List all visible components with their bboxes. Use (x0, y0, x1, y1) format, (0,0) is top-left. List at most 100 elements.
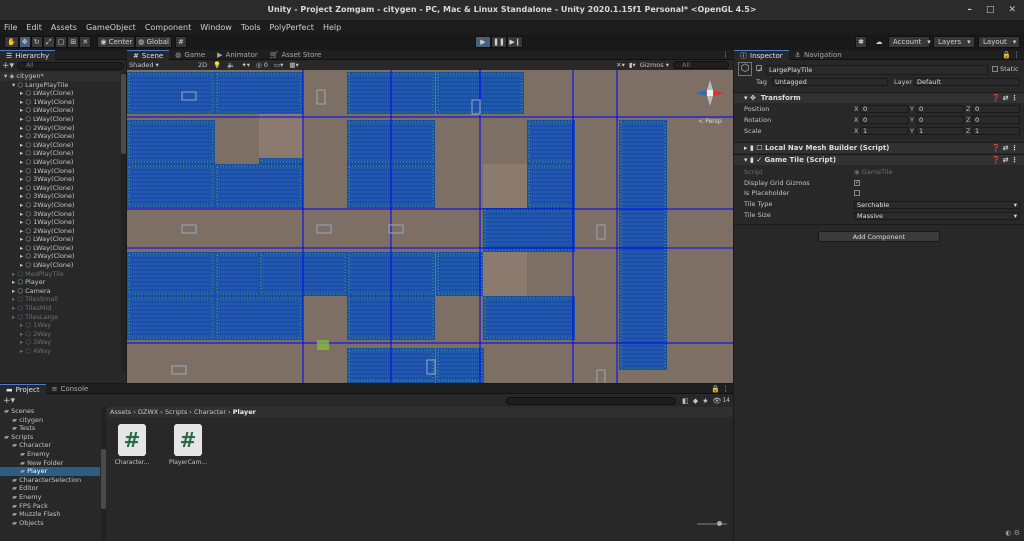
filter-type-icon[interactable]: ◧ (682, 397, 689, 405)
script-file[interactable]: # Character... (112, 424, 152, 466)
camera-icon[interactable]: ▭▾ (274, 61, 283, 69)
notification-icon[interactable]: ◐ ⚙ (1005, 529, 1020, 537)
minimize-icon[interactable]: – (967, 0, 972, 20)
audio-icon[interactable]: 🔈 (227, 61, 235, 69)
hierarchy-item[interactable]: ▸ ⬡ Camera (0, 287, 120, 296)
collab-icon[interactable]: ✱ (855, 36, 867, 48)
hierarchy-item[interactable]: ▸ ⬡ LWay(Clone) (0, 244, 120, 253)
step-button[interactable]: ▶❙ (507, 36, 523, 48)
tab-inspector[interactable]: ⓘ Inspector (734, 50, 789, 60)
custom-tool-icon[interactable]: ✕ (79, 36, 92, 48)
hierarchy-item[interactable]: ▸ ⬡ LWay(Clone) (0, 261, 120, 270)
transform-header[interactable]: ▾ ✥ Transform ❓ ⇄ ⋮ (734, 92, 1024, 103)
orientation-gizmo-icon[interactable] (692, 76, 728, 116)
hierarchy-item[interactable]: ▸ ⬡ 1Way (0, 321, 120, 330)
project-tree-item[interactable]: ▰ CharacterSelection (0, 476, 100, 485)
lock-icon[interactable]: 🔒 ⋮ (1002, 50, 1024, 59)
project-tree-item[interactable]: ▰ FPS Pack (0, 502, 100, 511)
breadcrumb-item[interactable]: Player (233, 408, 256, 416)
visibility-icon[interactable]: 👁‍ (712, 397, 721, 405)
project-tree-item[interactable]: ▰ Muzzle Flash (0, 510, 100, 519)
breadcrumb-item[interactable]: Scripts (165, 408, 187, 416)
hierarchy-item[interactable]: ▸ ⬡ LWay(Clone) (0, 158, 120, 167)
project-tree-item[interactable]: ▰ Tests (0, 424, 100, 433)
navmesh-header[interactable]: ▸ ▮ ☐ Local Nav Mesh Builder (Script) ❓ ⇄… (734, 142, 1024, 153)
tools-icon[interactable]: ✕▾ (616, 61, 625, 69)
transform-y-field[interactable]: 1 (916, 127, 964, 135)
scene-root[interactable]: ▾ ◈ citygen* (0, 72, 120, 81)
project-tree-item[interactable]: ▰ Enemy (0, 450, 100, 459)
hand-tool-icon[interactable]: ✋ (4, 36, 19, 48)
hierarchy-item[interactable]: ▸ ⬡ TilesLarge (0, 313, 120, 322)
hierarchy-item[interactable]: ▸ ⬡ LWay(Clone) (0, 106, 120, 115)
maximize-icon[interactable]: □ (986, 0, 995, 20)
tab-animator[interactable]: ▶ Animator (211, 50, 264, 60)
menu-edit[interactable]: Edit (26, 23, 42, 32)
project-tree-item[interactable]: ▰ Scripts (0, 433, 100, 442)
hierarchy-item[interactable]: ▸ ⬡ 2Way(Clone) (0, 132, 120, 141)
move-tool-icon[interactable]: ✥ (18, 36, 31, 48)
display-grid-checkbox[interactable]: ✓ (854, 180, 860, 186)
grid-snap-icon[interactable]: # (174, 36, 187, 48)
component-menu-icon[interactable]: ❓ ⇄ ⋮ (992, 155, 1018, 166)
star-icon[interactable]: ★ (702, 397, 708, 405)
static-toggle[interactable]: Static (992, 65, 1019, 73)
persp-label[interactable]: < Persp (692, 118, 728, 125)
tab-project[interactable]: ▬ Project (0, 384, 46, 394)
project-tree-item[interactable]: ▰ Player (0, 467, 100, 476)
is-placeholder-checkbox[interactable] (854, 190, 860, 196)
hierarchy-item[interactable]: ▾ ⬡ LargePlayTile (0, 81, 120, 90)
menu-file[interactable]: File (4, 23, 17, 32)
object-name-field[interactable]: LargePlayTile (766, 65, 988, 75)
breadcrumb-item[interactable]: DZWX (138, 408, 158, 416)
hierarchy-item[interactable]: ▸ ⬡ 3Way(Clone) (0, 175, 120, 184)
tab-scene[interactable]: # Scene (127, 50, 170, 60)
transform-x-field[interactable]: 1 (860, 127, 908, 135)
add-icon[interactable]: +▾ (3, 396, 15, 406)
component-menu-icon[interactable]: ❓ ⇄ ⋮ (992, 93, 1018, 104)
hierarchy-item[interactable]: ▸ ⬡ LWay(Clone) (0, 141, 120, 150)
transform-x-field[interactable]: 0 (860, 105, 908, 113)
effects-icon[interactable]: ✦▾ (241, 61, 250, 69)
tab-navigation[interactable]: ⚓ Navigation (789, 50, 848, 60)
camera-settings-icon[interactable]: ▮▾ (629, 61, 636, 69)
transform-z-field[interactable]: 0 (972, 105, 1020, 113)
layers-dropdown[interactable]: Layers ▾ (933, 36, 975, 48)
hierarchy-item[interactable]: ▸ ⬡ 1Way(Clone) (0, 98, 120, 107)
script-file[interactable]: # PlayerCam... (168, 424, 208, 466)
active-checkbox[interactable]: ✓ (756, 65, 763, 74)
scale-tool-icon[interactable]: ⤢ (42, 36, 55, 48)
add-component-button[interactable]: Add Component (818, 231, 940, 242)
hierarchy-item[interactable]: ▸ ⬡ LWay(Clone) (0, 115, 120, 124)
hierarchy-item[interactable]: ▸ ⬡ LWay(Clone) (0, 149, 120, 158)
component-menu-icon[interactable]: ❓ ⇄ ⋮ (992, 143, 1018, 154)
project-tree-item[interactable]: ▰ Enemy (0, 493, 100, 502)
filter-label-icon[interactable]: ◆ (693, 397, 698, 405)
project-tree-item[interactable]: ▰ New Folder (0, 459, 100, 468)
pivot-center-button[interactable]: ◉ Center (97, 36, 136, 48)
menu-assets[interactable]: Assets (51, 23, 77, 32)
menu-polyperfect[interactable]: PolyPerfect (270, 23, 314, 32)
hidden-icon[interactable]: ◎ 0 (256, 61, 268, 69)
transform-z-field[interactable]: 1 (972, 127, 1020, 135)
hierarchy-item[interactable]: ▸ ⬡ 2Way(Clone) (0, 227, 120, 236)
transform-y-field[interactable]: 0 (916, 105, 964, 113)
hierarchy-item[interactable]: ▸ ⬡ MedPlayTile (0, 270, 120, 279)
scene-viewport[interactable] (127, 70, 733, 383)
tree-scrollbar[interactable] (101, 407, 106, 541)
tab-game[interactable]: ◍ Game (169, 50, 211, 60)
tab-console[interactable]: ≡ Console (46, 384, 95, 394)
hierarchy-item[interactable]: ▸ ⬡ 2Way(Clone) (0, 201, 120, 210)
tab-hierarchy[interactable]: ☰ Hierarchy (0, 50, 56, 60)
hierarchy-item[interactable]: ▸ ⬡ 2Way(Clone) (0, 124, 120, 133)
project-tree-item[interactable]: ▰ Objects (0, 519, 100, 528)
project-tree-item[interactable]: ▰ citygen (0, 416, 100, 425)
layer-dropdown[interactable]: Default (914, 78, 1020, 86)
rotate-tool-icon[interactable]: ↻ (30, 36, 43, 48)
hierarchy-item[interactable]: ▸ ⬡ 3Way(Clone) (0, 192, 120, 201)
project-tree-item[interactable]: ▰ Scenes (0, 407, 100, 416)
hierarchy-item[interactable]: ▸ ⬡ 3Way(Clone) (0, 210, 120, 219)
transform-y-field[interactable]: 0 (916, 116, 964, 124)
hierarchy-item[interactable]: ▸ ⬡ Player (0, 278, 120, 287)
breadcrumb-item[interactable]: Assets (110, 408, 131, 416)
